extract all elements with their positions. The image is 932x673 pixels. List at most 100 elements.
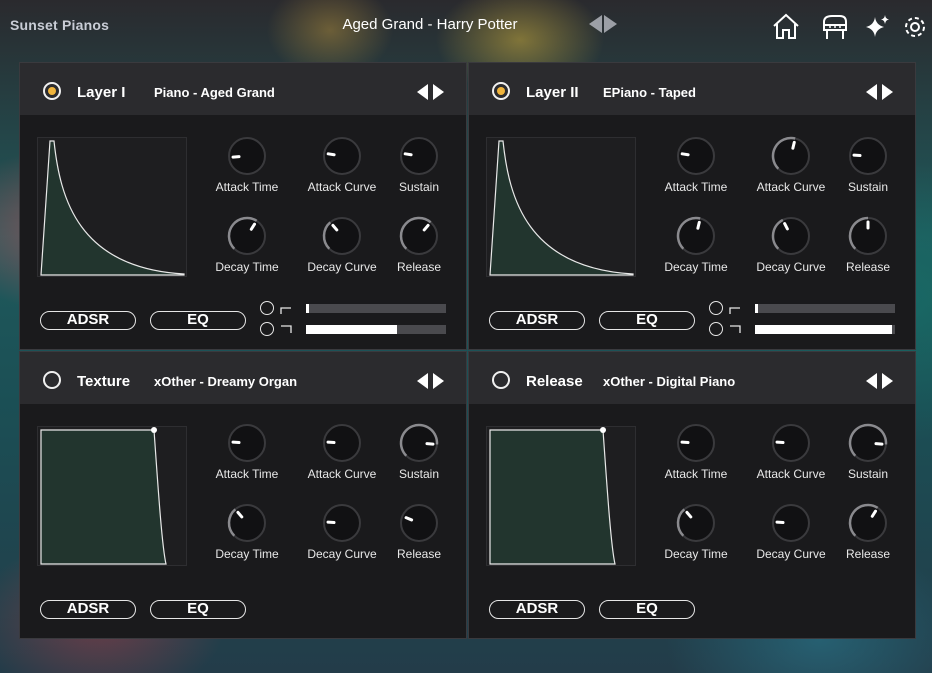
patch-nav [417,373,444,389]
preset-prev-icon[interactable] [589,15,602,33]
gear-icon[interactable] [902,12,928,42]
knob-dial[interactable] [676,136,716,176]
eq-high-fill [306,325,397,334]
knob-dial[interactable] [322,503,362,543]
knob-dial[interactable] [771,503,811,543]
knob-dial[interactable] [848,216,888,256]
layer-header: Release xOther - Digital Piano [469,352,915,404]
piano-icon[interactable] [820,12,850,42]
knob-dial[interactable] [676,423,716,463]
knob-dial[interactable] [399,216,439,256]
knob-decay-time[interactable]: Decay Time [197,503,297,583]
eq-high-slider[interactable] [306,325,446,334]
knob-decay-time[interactable]: Decay Time [646,503,746,583]
knob-release[interactable]: Release [818,216,918,296]
knob-dial[interactable] [771,136,811,176]
patch-name[interactable]: EPiano - Taped [603,85,696,100]
eq-low-row [709,301,909,315]
adsr-button[interactable]: ADSR [489,311,585,330]
eq-high-shelf-icon [729,323,741,335]
knob-release[interactable]: Release [818,503,918,583]
knob-attack-time[interactable]: Attack Time [646,136,746,216]
layer-name: Release [526,373,583,390]
knob-release[interactable]: Release [369,216,469,296]
eq-button[interactable]: EQ [150,600,246,619]
layer-panel: Layer II EPiano - Taped Attack Time Attack … [468,62,916,350]
layer-panel: Texture xOther - Dreamy Organ Attack Time A… [19,351,467,639]
patch-next-icon[interactable] [433,84,444,100]
preset-next-icon[interactable] [604,15,617,33]
knob-dial[interactable] [227,503,267,543]
knob-label: Sustain [847,467,889,481]
knob-dial[interactable] [227,216,267,256]
knob-dial[interactable] [399,503,439,543]
patch-nav [417,84,444,100]
patch-next-icon[interactable] [882,84,893,100]
eq-high-fill [755,325,893,334]
patch-name[interactable]: Piano - Aged Grand [154,85,275,100]
adsr-button[interactable]: ADSR [40,600,136,619]
home-icon[interactable] [771,12,801,42]
eq-high-slider[interactable] [755,325,895,334]
radio-dot [48,87,56,95]
knob-dial[interactable] [322,136,362,176]
knob-dial[interactable] [399,136,439,176]
eq-low-toggle[interactable] [709,301,723,315]
patch-name[interactable]: xOther - Digital Piano [603,374,735,389]
knob-label: Attack Time [215,180,279,194]
layer-enable-radio[interactable] [43,371,61,389]
knob-dial[interactable] [676,503,716,543]
knob-attack-time[interactable]: Attack Time [197,423,297,503]
patch-prev-icon[interactable] [417,373,428,389]
knob-release[interactable]: Release [369,503,469,583]
knob-sustain[interactable]: Sustain [818,423,918,503]
knob-attack-time[interactable]: Attack Time [197,136,297,216]
knob-dial[interactable] [322,423,362,463]
patch-prev-icon[interactable] [866,84,877,100]
eq-high-toggle[interactable] [260,322,274,336]
eq-button[interactable]: EQ [599,600,695,619]
eq-low-shelf-icon [729,302,741,314]
knob-dial[interactable] [771,423,811,463]
knob-dial[interactable] [227,423,267,463]
knob-dial[interactable] [227,136,267,176]
knob-sustain[interactable]: Sustain [818,136,918,216]
preset-name[interactable]: Aged Grand - Harry Potter [300,16,560,33]
knob-sustain[interactable]: Sustain [369,423,469,503]
eq-button[interactable]: EQ [150,311,246,330]
patch-prev-icon[interactable] [417,84,428,100]
eq-low-fill [306,304,309,313]
knob-dial[interactable] [848,423,888,463]
knob-dial[interactable] [771,216,811,256]
sparkle-icon[interactable] [863,12,893,42]
layer-enable-radio[interactable] [43,82,61,100]
knob-sustain[interactable]: Sustain [369,136,469,216]
patch-next-icon[interactable] [882,373,893,389]
knob-dial[interactable] [322,216,362,256]
knob-decay-time[interactable]: Decay Time [646,216,746,296]
knob-dial[interactable] [676,216,716,256]
eq-high-row [260,322,460,336]
eq-low-slider[interactable] [755,304,895,313]
knob-dial[interactable] [848,136,888,176]
patch-next-icon[interactable] [433,373,444,389]
eq-low-shelf-icon [280,302,292,314]
adsr-button[interactable]: ADSR [489,600,585,619]
eq-low-toggle[interactable] [260,301,274,315]
knob-decay-time[interactable]: Decay Time [197,216,297,296]
knob-label: Decay Time [664,260,728,274]
layer-enable-radio[interactable] [492,371,510,389]
eq-button[interactable]: EQ [599,311,695,330]
knob-dial[interactable] [848,503,888,543]
knob-label: Sustain [847,180,889,194]
knob-dial[interactable] [399,423,439,463]
layer-grid: Layer I Piano - Aged Grand Attack Time Atta… [19,62,916,639]
patch-prev-icon[interactable] [866,373,877,389]
eq-high-toggle[interactable] [709,322,723,336]
knob-label: Decay Time [215,260,279,274]
eq-low-slider[interactable] [306,304,446,313]
patch-name[interactable]: xOther - Dreamy Organ [154,374,297,389]
knob-attack-time[interactable]: Attack Time [646,423,746,503]
layer-enable-radio[interactable] [492,82,510,100]
adsr-button[interactable]: ADSR [40,311,136,330]
